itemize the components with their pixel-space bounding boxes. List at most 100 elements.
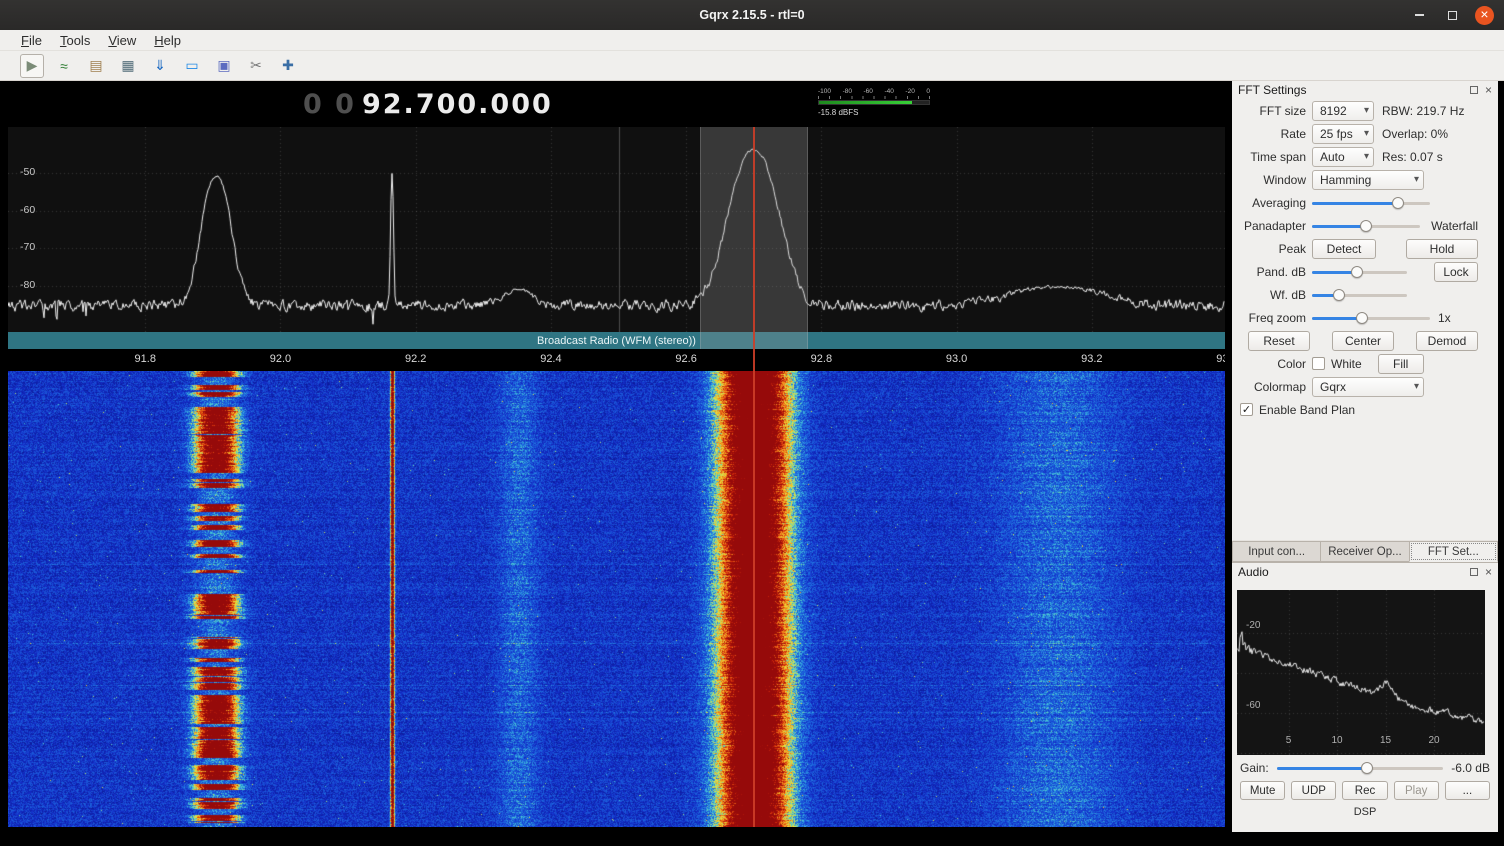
titlebar: Gqrx 2.15.5 - rtl=0 <box>0 0 1504 30</box>
fft-size-select[interactable]: 8192 <box>1312 101 1374 121</box>
close-button[interactable] <box>1475 6 1494 25</box>
slider-knob[interactable] <box>1392 197 1404 209</box>
dbfs-tick: -60 <box>864 88 873 95</box>
gain-row: Gain: -6.0 dB <box>1240 761 1490 775</box>
minimize-button[interactable] <box>1409 5 1429 25</box>
tab-fft-settings[interactable]: FFT Set... <box>1409 541 1498 562</box>
freq-zoom-label: Freq zoom <box>1232 311 1306 325</box>
dock-tab-bar: Input con... Receiver Op... FFT Set... <box>1232 540 1498 563</box>
mute-button[interactable]: Mute <box>1240 781 1285 800</box>
dbfs-tickmarks <box>818 96 930 99</box>
colormap-value: Gqrx <box>1320 380 1346 394</box>
enable-band-plan-label[interactable]: Enable Band Plan <box>1259 403 1355 417</box>
slider-knob[interactable] <box>1351 266 1363 278</box>
float-icon[interactable] <box>1470 568 1478 576</box>
tab-receiver-options[interactable]: Receiver Op... <box>1320 541 1408 562</box>
right-panel: FFT Settings FFT size 8192 RBW: 219.7 Hz… <box>1232 81 1498 832</box>
bandplan-bar[interactable]: Broadcast Radio (WFM (stereo)) <box>8 332 1225 349</box>
gain-slider[interactable] <box>1277 761 1444 775</box>
frequency-display[interactable]: 0 0 92.700.000 <box>303 86 553 122</box>
dock-close-icon[interactable] <box>1485 566 1492 578</box>
bandplan-label: Broadcast Radio (WFM (stereo)) <box>537 335 696 347</box>
waterfall-range-slider[interactable] <box>1312 288 1407 302</box>
res-value: Res: 0.07 s <box>1382 150 1443 164</box>
panadapter-split-slider[interactable] <box>1312 219 1420 233</box>
slider-knob[interactable] <box>1333 289 1345 301</box>
freq-axis-label: 91.8 <box>135 353 156 365</box>
db-axis-label: -60 <box>20 204 48 216</box>
dbfs-tick: -100 <box>818 88 831 95</box>
remote-control-icon[interactable]: ▭ <box>180 54 204 78</box>
rate-label: Rate <box>1232 127 1306 141</box>
load-bookmarks-icon[interactable]: ⇓ <box>148 54 172 78</box>
audio-spectrum-panel: -20 -60 5 10 15 20 <box>1237 590 1485 755</box>
peak-hold-button[interactable]: Hold <box>1406 239 1478 259</box>
frequency-scale[interactable]: 91.8 92.0 92.2 92.4 92.6 92.8 93.0 93.2 … <box>8 349 1225 371</box>
dbfs-value: -15.8 dBFS <box>818 108 930 117</box>
close-icon <box>1480 6 1488 24</box>
db-axis-label: -50 <box>20 166 48 178</box>
menu-help[interactable]: Help <box>145 31 190 50</box>
dbfs-fill <box>819 101 912 104</box>
panadapter-label: Panadapter <box>1232 219 1306 233</box>
fft-settings-title: FFT Settings <box>1238 83 1306 97</box>
frequency-digits[interactable]: 92.700.000 <box>362 89 553 120</box>
freq-axis-label: 93.0 <box>946 353 967 365</box>
white-checkbox-label[interactable]: White <box>1331 357 1362 371</box>
tune-marker-line[interactable] <box>753 127 755 827</box>
fill-button[interactable]: Fill <box>1378 354 1424 374</box>
zoom-reset-button[interactable]: Reset <box>1248 331 1310 351</box>
menu-tools[interactable]: Tools <box>51 31 99 50</box>
rec-button[interactable]: Rec <box>1342 781 1387 800</box>
averaging-slider[interactable] <box>1312 196 1430 210</box>
gqrx-window: Gqrx 2.15.5 - rtl=0 File Tools View Help… <box>0 0 1504 846</box>
slider-knob[interactable] <box>1361 762 1373 774</box>
audio-khz-label: 15 <box>1380 735 1391 746</box>
menu-view[interactable]: View <box>99 31 145 50</box>
freq-axis-label: 92.4 <box>540 353 561 365</box>
fft-size-value: 8192 <box>1320 104 1347 118</box>
audio-spectrum-canvas <box>1237 590 1485 755</box>
colormap-select[interactable]: Gqrx <box>1312 377 1424 397</box>
window-select[interactable]: Hamming <box>1312 170 1424 190</box>
fft-settings-header: FFT Settings <box>1232 81 1498 99</box>
freq-axis-label: 93.4 <box>1216 353 1225 365</box>
pand-db-label: Pand. dB <box>1232 265 1306 279</box>
udp-button[interactable]: UDP <box>1291 781 1336 800</box>
freq-axis-label: 92.0 <box>270 353 291 365</box>
dock-close-icon[interactable] <box>1485 84 1492 96</box>
edit-tools-icon[interactable]: ✂ <box>244 54 268 78</box>
open-file-icon[interactable]: ▤ <box>84 54 108 78</box>
maximize-button[interactable] <box>1442 5 1462 25</box>
freq-axis-label: 92.2 <box>405 353 426 365</box>
pandapter-range-slider[interactable] <box>1312 265 1407 279</box>
window-layout-icon[interactable]: ▣ <box>212 54 236 78</box>
freq-axis-label: 92.8 <box>811 353 832 365</box>
start-dsp-button[interactable]: ▶ <box>20 54 44 78</box>
fullscreen-icon[interactable]: ✚ <box>276 54 300 78</box>
freq-axis-label: 93.2 <box>1081 353 1102 365</box>
rate-select[interactable]: 25 fps <box>1312 124 1374 144</box>
record-iq-icon[interactable]: ≈ <box>52 54 76 78</box>
peak-detect-button[interactable]: Detect <box>1312 239 1376 259</box>
tab-input-controls[interactable]: Input con... <box>1232 541 1320 562</box>
time-span-select[interactable]: Auto <box>1312 147 1374 167</box>
lock-button[interactable]: Lock <box>1434 262 1478 282</box>
dbfs-tick: -40 <box>884 88 893 95</box>
waterfall-canvas[interactable] <box>8 371 1225 827</box>
overlap-value: Overlap: 0% <box>1382 127 1448 141</box>
save-file-icon[interactable]: ▦ <box>116 54 140 78</box>
zoom-center-button[interactable]: Center <box>1332 331 1394 351</box>
play-button[interactable]: Play <box>1394 781 1439 800</box>
freq-zoom-slider[interactable] <box>1312 311 1430 325</box>
menu-file[interactable]: File <box>12 31 51 50</box>
zoom-demod-button[interactable]: Demod <box>1416 331 1478 351</box>
enable-band-plan-checkbox[interactable] <box>1240 403 1253 416</box>
float-icon[interactable] <box>1470 86 1478 94</box>
white-checkbox[interactable] <box>1312 357 1325 370</box>
rf-spectrum-canvas[interactable] <box>8 127 1225 332</box>
audio-buttons: Mute UDP Rec Play ... <box>1240 781 1490 800</box>
slider-knob[interactable] <box>1360 220 1372 232</box>
more-button[interactable]: ... <box>1445 781 1490 800</box>
slider-knob[interactable] <box>1356 312 1368 324</box>
